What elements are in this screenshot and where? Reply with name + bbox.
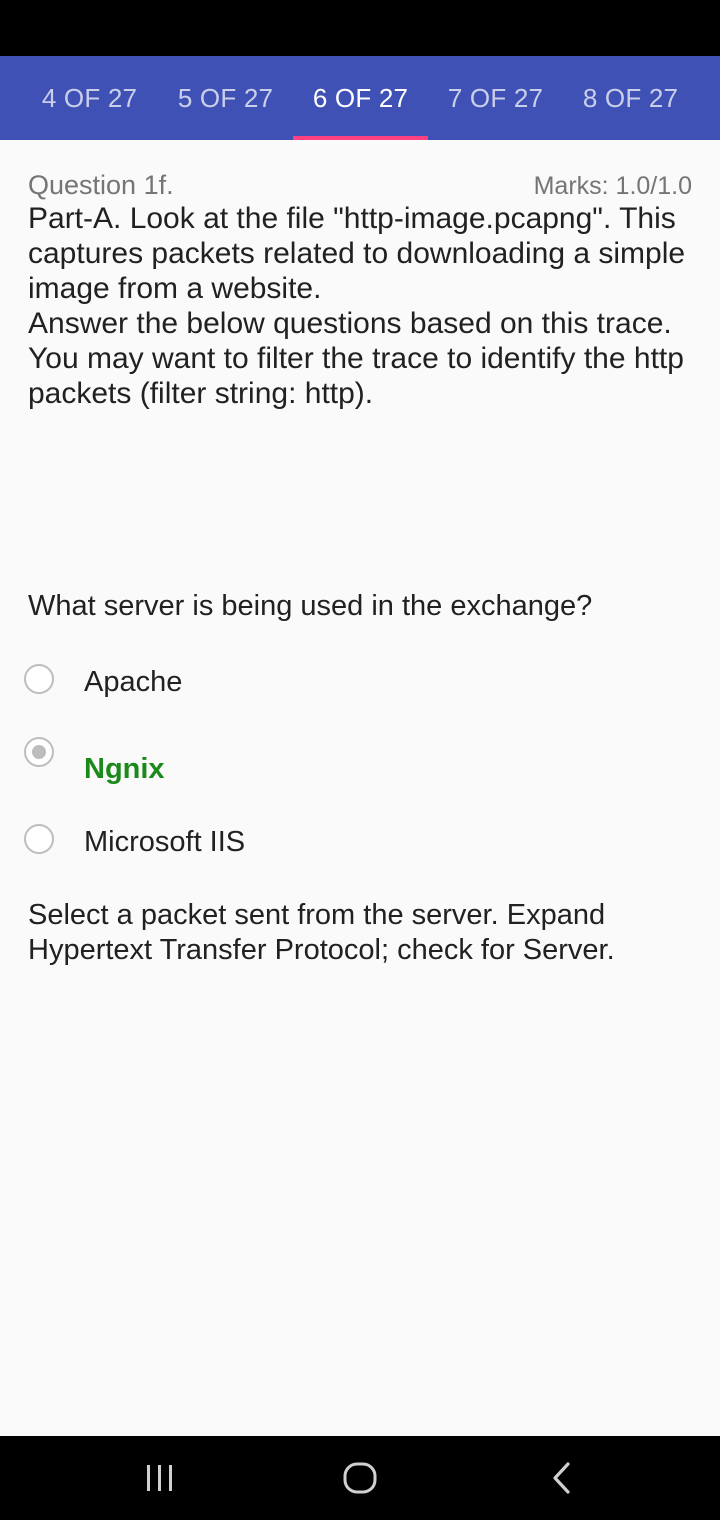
back-icon bbox=[553, 1462, 570, 1494]
tab-question-4[interactable]: 4 OF 27 bbox=[22, 56, 157, 140]
tab-question-7[interactable]: 7 OF 27 bbox=[428, 56, 563, 140]
question-content: Question 1f. Marks: 1.0/1.0 Part-A. Look… bbox=[28, 140, 692, 411]
option-label-correct: Ngnix bbox=[84, 753, 165, 785]
tab-question-6[interactable]: 6 OF 27 bbox=[293, 56, 428, 140]
option-label: Microsoft IIS bbox=[84, 826, 246, 858]
question-paragraph: Part-A. Look at the file "http-image.pca… bbox=[28, 202, 686, 305]
question-text: Part-A. Look at the file "http-image.pca… bbox=[28, 201, 692, 411]
question-number: Question 1f. bbox=[28, 170, 174, 200]
option-microsoft-iis[interactable]: Microsoft IIS bbox=[24, 822, 684, 882]
back-button[interactable] bbox=[502, 1436, 622, 1520]
question-paragraph: Answer the below questions based on this… bbox=[28, 307, 684, 410]
tab-partial[interactable]: 3 OF 27 bbox=[0, 56, 2, 140]
option-apache[interactable]: Apache bbox=[24, 662, 684, 722]
status-bar bbox=[0, 0, 720, 56]
answer-feedback: Select a packet sent from the server. Ex… bbox=[28, 899, 615, 966]
option-label: Apache bbox=[84, 666, 183, 698]
home-button[interactable] bbox=[300, 1436, 420, 1520]
question-header: Question 1f. Marks: 1.0/1.0 bbox=[28, 170, 692, 204]
home-icon bbox=[343, 1462, 377, 1494]
question-marks: Marks: 1.0/1.0 bbox=[533, 172, 692, 200]
system-navigation-bar bbox=[0, 1436, 720, 1520]
radio-button[interactable] bbox=[24, 664, 54, 694]
recent-apps-icon bbox=[147, 1465, 172, 1491]
radio-button-selected[interactable] bbox=[24, 737, 54, 767]
question-prompt: What server is being used in the exchang… bbox=[28, 590, 593, 622]
tab-question-8[interactable]: 8 OF 27 bbox=[563, 56, 698, 140]
option-ngnix[interactable]: Ngnix bbox=[24, 735, 684, 795]
question-tab-bar[interactable]: 3 OF 27 4 OF 27 5 OF 27 6 OF 27 7 OF 27 … bbox=[0, 56, 720, 140]
radio-button[interactable] bbox=[24, 824, 54, 854]
recent-apps-button[interactable] bbox=[100, 1436, 220, 1520]
radio-dot bbox=[32, 745, 46, 759]
tab-question-5[interactable]: 5 OF 27 bbox=[158, 56, 293, 140]
